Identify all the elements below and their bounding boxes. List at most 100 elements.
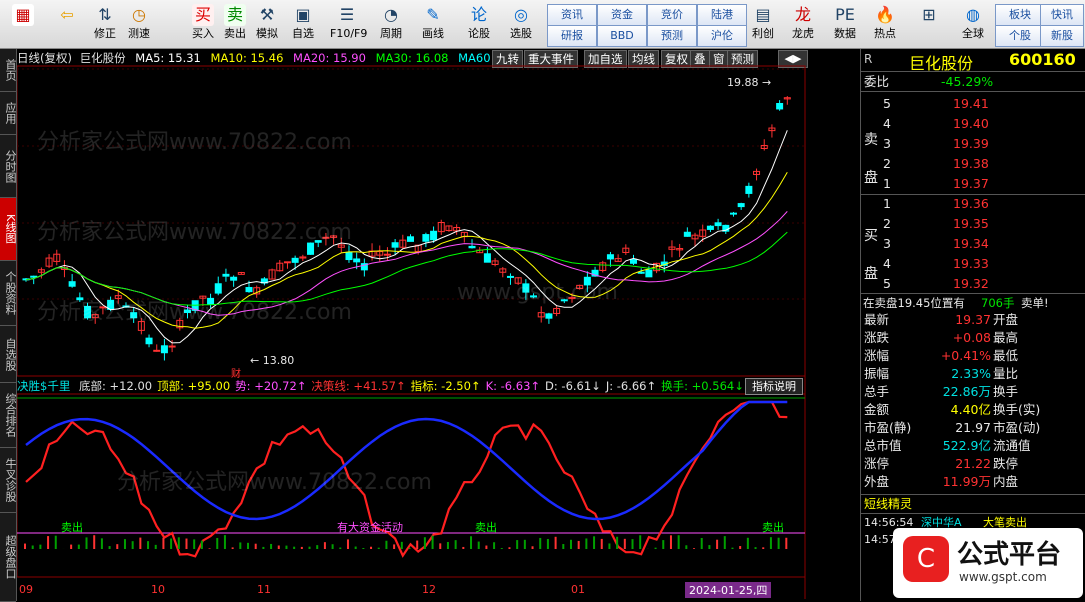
folder-button[interactable]: ▣自选 [286, 2, 320, 46]
candle [707, 226, 713, 229]
flow-bar [739, 546, 741, 549]
flow-bar [339, 548, 341, 549]
sell-level-5[interactable]: 519.41 [861, 95, 1085, 113]
flow-bar [447, 542, 449, 549]
candle [169, 346, 175, 347]
tab-auction[interactable]: 竞价 [647, 4, 697, 26]
short-title[interactable]: 短线精灵 [861, 494, 1085, 514]
candle [546, 314, 552, 318]
candle [631, 259, 637, 263]
quote-panel: R 巨化股份 600160 委比 -45.29% 卖盘 买盘 519.41419… [860, 49, 1085, 601]
tab-bbd[interactable]: BBD [597, 25, 647, 47]
candle [408, 237, 414, 242]
flow-bar [247, 543, 249, 549]
tab-flash[interactable]: 快讯 [1040, 4, 1084, 26]
watermark-0: 分析家公式网www.70822.com [37, 130, 352, 155]
tab-forecast[interactable]: 预测 [647, 25, 697, 47]
buy-level-1[interactable]: 119.36 [861, 195, 1085, 213]
grid-button[interactable]: ⊞ [912, 2, 946, 46]
forum-button[interactable]: 论论股 [462, 2, 496, 46]
fire-button[interactable]: 🔥热点 [868, 2, 902, 46]
date-tick-4: 01 [571, 583, 585, 596]
indicator-explain-button[interactable]: 指标说明 [745, 378, 803, 395]
rail-profile[interactable]: 个股资料 [0, 261, 16, 326]
up-down-button[interactable]: ⇅修正 [88, 2, 122, 46]
tab-london[interactable]: 沪伦 [697, 25, 747, 47]
buy-button[interactable]: 买买入 [186, 2, 220, 46]
flow-bar [747, 538, 749, 549]
rail-apps[interactable]: 应用 [0, 92, 16, 135]
flow-bar [455, 540, 457, 549]
sell-level-1[interactable]: 119.37 [861, 175, 1085, 193]
rail-ranking[interactable]: 综合排名 [0, 383, 16, 448]
candle [484, 254, 490, 262]
rail-home[interactable]: 首页 [0, 49, 16, 92]
candle [154, 350, 160, 351]
flow-bar [516, 540, 518, 549]
candle [146, 338, 152, 344]
pen-icon: ✎ [422, 4, 444, 26]
sell-level-2[interactable]: 219.38 [861, 155, 1085, 173]
crosshair-date: 2024-01-25,四 [689, 584, 767, 597]
flow-bar [262, 547, 264, 549]
indicator-value-6: D: -6.61↓ [545, 379, 601, 393]
rail-diagnosis[interactable]: 牛叉诊股 [0, 448, 16, 513]
sell-level-4[interactable]: 419.40 [861, 115, 1085, 133]
buy-level-3[interactable]: 319.34 [861, 235, 1085, 253]
pen-button[interactable]: ✎画线 [416, 2, 450, 46]
dragon-button[interactable]: 龙龙虎 [786, 2, 820, 46]
buy-level-5[interactable]: 519.32 [861, 275, 1085, 293]
flow-bar [385, 541, 387, 549]
main-toolbar: ▦ ⇦ ⇅修正◷测速买买入卖卖出⚒模拟▣自选 ☰F10/F9 ◔周期✎画线论论股◎选股 ▤… [0, 0, 1085, 49]
flow-bar [724, 536, 726, 549]
flow-bar [670, 535, 672, 549]
back-arrow-button[interactable]: ⇦ [50, 2, 84, 46]
flow-bar [316, 545, 318, 549]
hammer-button[interactable]: ⚒模拟 [250, 2, 284, 46]
news-button[interactable]: ☰F10/F9 [330, 2, 364, 46]
flow-bar [424, 537, 426, 549]
flow-bar [608, 543, 610, 549]
flow-bar [301, 547, 303, 549]
rail-super-book[interactable]: 超级盘口 [0, 513, 16, 602]
rail-kline[interactable]: K线图 [0, 198, 16, 261]
tab-hk-connect[interactable]: 陆港 [697, 4, 747, 26]
flow-bar [770, 537, 772, 549]
sell-button[interactable]: 卖卖出 [218, 2, 252, 46]
kline-chart[interactable]: 20.2218.5316.8415.15+95.00+67.75+40.50+1… [17, 49, 807, 601]
tab-research[interactable]: 研报 [547, 25, 597, 47]
back-arrow-icon: ⇦ [56, 4, 78, 26]
sell-icon: 卖 [224, 4, 246, 26]
tab-news[interactable]: 资讯 [547, 4, 597, 26]
tab-stock[interactable]: 个股 [995, 25, 1045, 47]
candle [346, 252, 352, 259]
flow-bar [193, 539, 195, 549]
sell-level-3[interactable]: 319.39 [861, 135, 1085, 153]
flow-bar [624, 539, 626, 549]
chart-button[interactable]: ▤利创 [746, 2, 780, 46]
stat-row-1: 涨跌+0.08最高 [861, 329, 1085, 347]
rail-timeshare[interactable]: 分时图 [0, 135, 16, 198]
clock-button[interactable]: ◷测速 [122, 2, 156, 46]
period-button[interactable]: ◔周期 [374, 2, 408, 46]
flow-bar [362, 548, 364, 549]
flow-bar [601, 539, 603, 549]
stock-picker-button[interactable]: ◎选股 [504, 2, 538, 46]
flow-bar [255, 544, 257, 549]
rail-watchlist[interactable]: 自选股 [0, 326, 16, 383]
buy-level-4[interactable]: 419.33 [861, 255, 1085, 273]
indicator-value-0: 底部: +12.00 [79, 379, 152, 393]
pe-button[interactable]: PE数据 [828, 2, 862, 46]
buy-level-2[interactable]: 219.35 [861, 215, 1085, 233]
globe-button[interactable]: ◍全球 [956, 2, 990, 46]
tab-sectors[interactable]: 板块 [995, 4, 1045, 26]
tab-ipo[interactable]: 新股 [1040, 25, 1084, 47]
flow-bar [370, 547, 372, 549]
candle [646, 270, 652, 277]
r-icon[interactable]: R [864, 52, 872, 66]
home-button[interactable]: ▦ [6, 2, 40, 46]
candle [638, 272, 644, 273]
indicator-name[interactable]: 决胜$千里 [17, 379, 70, 393]
tab-funds[interactable]: 资金 [597, 4, 647, 26]
flow-bar [478, 542, 480, 549]
